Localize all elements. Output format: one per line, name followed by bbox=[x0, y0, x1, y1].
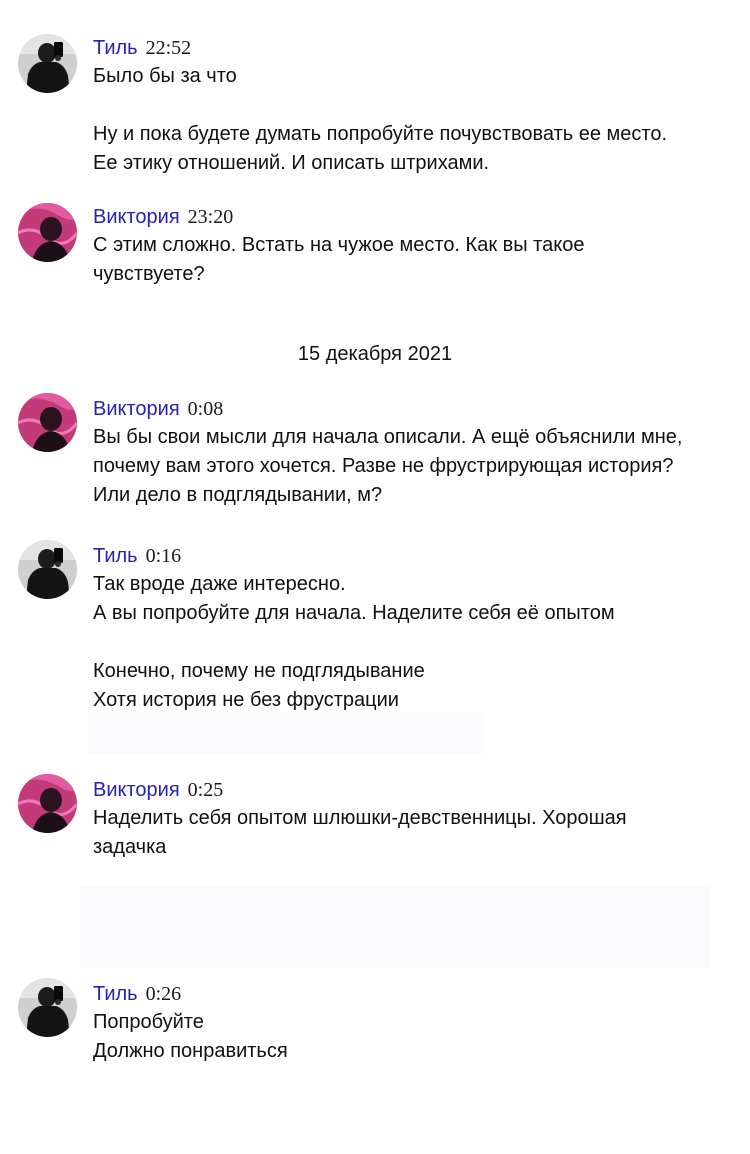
message-text: чувствуете? bbox=[93, 263, 205, 285]
message-text: Должно понравиться bbox=[93, 1040, 288, 1062]
til-avatar[interactable] bbox=[18, 978, 77, 1037]
author-name[interactable]: Тиль bbox=[93, 983, 138, 1005]
message-body: Наделить себя опытом шлюшки-девственницы… bbox=[93, 804, 733, 862]
message-text: Было бы за что bbox=[93, 65, 237, 87]
message-text: Хотя история не без фрустрации bbox=[93, 689, 399, 711]
message-text: Ну и пока будете думать попробуйте почув… bbox=[93, 123, 668, 145]
message-time[interactable]: 23:20 bbox=[188, 206, 234, 228]
message-header: Виктория 23:20 bbox=[93, 203, 233, 231]
message-body: Было бы за что Ну и пока будете думать п… bbox=[93, 62, 733, 178]
message-text: почему вам этого хочется. Разве не фруст… bbox=[93, 455, 674, 477]
author-name[interactable]: Виктория bbox=[93, 398, 180, 420]
message-header: Тиль 22:52 bbox=[93, 34, 191, 62]
message-text: А вы попробуйте для начала. Наделите себ… bbox=[93, 602, 615, 624]
selection-highlight bbox=[80, 886, 710, 968]
message-text: Или дело в подглядывании, м? bbox=[93, 484, 383, 506]
message-body: Попробуйте Должно понравиться bbox=[93, 1008, 733, 1066]
message-time[interactable]: 0:16 bbox=[146, 545, 182, 567]
message-text: Вы бы свои мысли для начала описали. А е… bbox=[93, 426, 683, 448]
message-text: Наделить себя опытом шлюшки-девственницы… bbox=[93, 807, 627, 829]
til-avatar[interactable] bbox=[18, 540, 77, 599]
message-body: Так вроде даже интересно. А вы попробуйт… bbox=[93, 570, 733, 715]
til-avatar[interactable] bbox=[18, 34, 77, 93]
message-text: Конечно, почему не подглядывание bbox=[93, 660, 425, 682]
author-name[interactable]: Тиль bbox=[93, 37, 138, 59]
viktoria-avatar[interactable] bbox=[18, 203, 77, 262]
selection-highlight bbox=[88, 712, 484, 754]
message-text: Попробуйте bbox=[93, 1011, 204, 1033]
message-body: С этим сложно. Встать на чужое место. Ка… bbox=[93, 231, 733, 289]
message-time[interactable]: 0:26 bbox=[146, 983, 182, 1005]
message-time[interactable]: 0:25 bbox=[188, 779, 224, 801]
message-text: Ее этику отношений. И описать штрихами. bbox=[93, 152, 490, 174]
date-separator: 15 декабря 2021 bbox=[297, 343, 453, 365]
message-header: Тиль 0:26 bbox=[93, 980, 181, 1008]
message-text: С этим сложно. Встать на чужое место. Ка… bbox=[93, 234, 585, 256]
message-text: задачка bbox=[93, 836, 167, 858]
message-header: Виктория 0:08 bbox=[93, 395, 223, 423]
message-body: Вы бы свои мысли для начала описали. А е… bbox=[93, 423, 733, 510]
author-name[interactable]: Тиль bbox=[93, 545, 138, 567]
message-time[interactable]: 22:52 bbox=[146, 37, 192, 59]
author-name[interactable]: Виктория bbox=[93, 779, 180, 801]
message-text: Так вроде даже интересно. bbox=[93, 573, 346, 595]
viktoria-avatar[interactable] bbox=[18, 393, 77, 452]
message-header: Тиль 0:16 bbox=[93, 542, 181, 570]
viktoria-avatar[interactable] bbox=[18, 774, 77, 833]
message-header: Виктория 0:25 bbox=[93, 776, 223, 804]
author-name[interactable]: Виктория bbox=[93, 206, 180, 228]
message-time[interactable]: 0:08 bbox=[188, 398, 224, 420]
